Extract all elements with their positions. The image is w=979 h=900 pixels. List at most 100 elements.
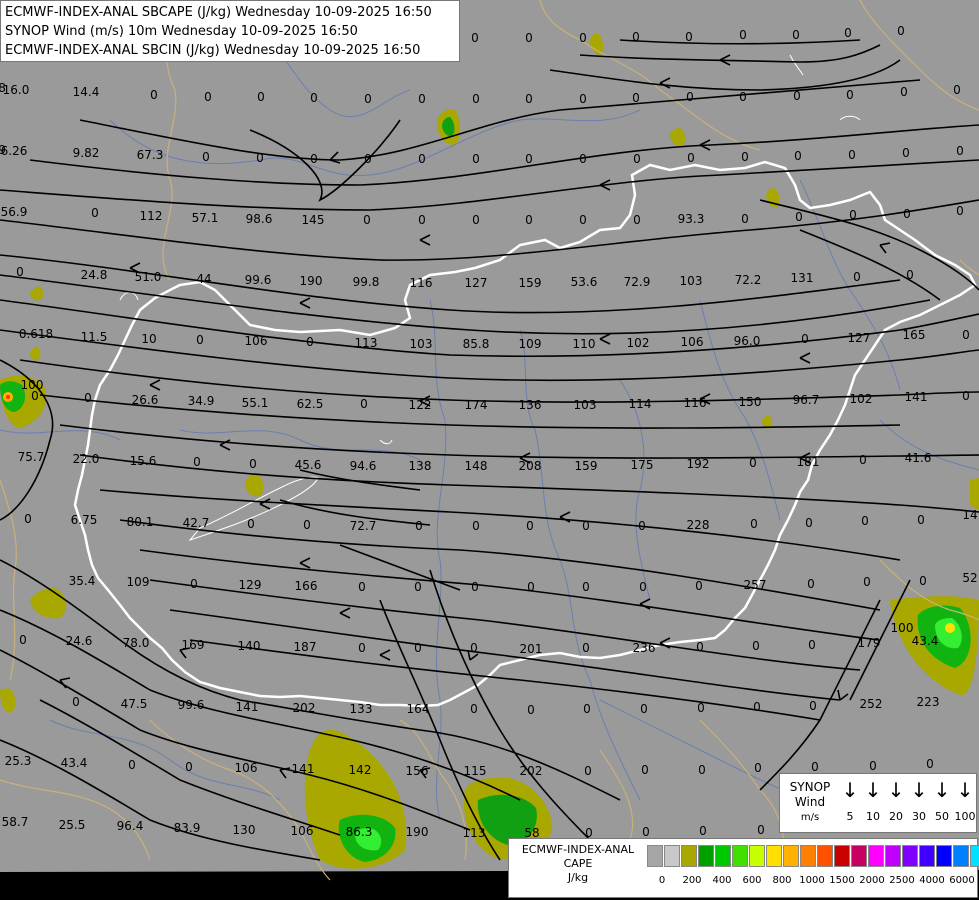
cin-value: 202	[520, 764, 543, 778]
synop-legend-label: SYNOP Wind m/s	[784, 780, 836, 825]
cin-value: 0	[633, 213, 641, 227]
cin-value: 34.9	[188, 394, 215, 408]
cin-value: 0	[72, 695, 80, 709]
synop-legend-subtitle: Wind	[794, 795, 826, 809]
cin-value: 0	[686, 90, 694, 104]
cin-value: 169	[182, 638, 205, 652]
cape-ticks: 0 200 400 600 800 1000 1500 2000 2500 4000 6000	[647, 875, 977, 891]
cin-value: 25.5	[59, 818, 86, 832]
cin-value: 129	[239, 578, 262, 592]
cin-value: 0	[584, 764, 592, 778]
cin-value: 0	[638, 519, 646, 533]
cin-value: 98.6	[246, 212, 273, 226]
cin-value: 96.7	[793, 393, 820, 407]
cin-value: 0	[418, 152, 426, 166]
wind-speed-label: 50	[935, 810, 949, 823]
cape-swatches	[647, 845, 979, 867]
cin-value: 42.7	[183, 516, 210, 530]
cin-value: 16.0	[3, 83, 30, 97]
title-box: ECMWF-INDEX-ANAL SBCAPE (J/kg) Wednesday…	[0, 0, 460, 62]
cin-value: 0	[853, 270, 861, 284]
cin-value: 0	[697, 701, 705, 715]
cin-value: 208	[519, 459, 542, 473]
cin-value: 0	[739, 28, 747, 42]
weather-map-viewer: 16.0 14.4 0 0 0 0 0 0 0 0 0 0 0 0 0 0 0 0 6.26 9.82 67.3 0 0 0 0…	[0, 0, 979, 900]
cin-value: 0	[525, 92, 533, 106]
cin-value: 0	[919, 574, 927, 588]
cape-swatch	[698, 845, 714, 867]
cin-value: 100	[891, 621, 914, 635]
cin-value: 236	[633, 641, 656, 655]
cin-value: 94.6	[350, 459, 377, 473]
cin-value: 174	[465, 398, 488, 412]
map-canvas[interactable]: 16.0 14.4 0 0 0 0 0 0 0 0 0 0 0 0 0 0 0 06.26 9.82 67.3 0 0 0 0…	[0, 0, 979, 900]
cin-value: 52	[962, 571, 977, 585]
cin-value: 26.6	[132, 393, 159, 407]
wind-speed-label: 20	[889, 810, 903, 823]
cin-value: 35.4	[69, 574, 96, 588]
cin-value: 0	[582, 641, 590, 655]
cin-value: 122	[409, 398, 432, 412]
cin-value: 0	[472, 92, 480, 106]
cin-value: 181	[797, 455, 820, 469]
cin-value: 0	[525, 152, 533, 166]
cin-value: 0	[642, 825, 650, 839]
cin-value: 83.9	[174, 821, 201, 835]
cape-swatch	[953, 845, 969, 867]
cin-value: 9	[0, 143, 6, 157]
cin-value: 0	[472, 213, 480, 227]
cin-value: 80.1	[127, 515, 154, 529]
cin-value: 0	[358, 641, 366, 655]
cin-value: 0	[91, 206, 99, 220]
cin-value: 0	[695, 579, 703, 593]
cin-value: 228	[687, 518, 710, 532]
cin-value: 0	[903, 207, 911, 221]
cin-value: 0	[685, 30, 693, 44]
cin-value: 141	[905, 390, 928, 404]
cin-value: 25.3	[5, 754, 32, 768]
cin-value: 252	[860, 697, 883, 711]
title-wind: SYNOP Wind (m/s) 10m Wednesday 10-09-202…	[5, 24, 358, 39]
wind-arrow-icon: ↓	[956, 778, 974, 802]
cin-value: 0	[953, 83, 961, 97]
cape-tick-label: 2500	[889, 875, 915, 886]
cin-value: 0	[470, 641, 478, 655]
cin-value: 0	[310, 91, 318, 105]
cin-value: 0	[906, 268, 914, 282]
cin-value: 67.3	[137, 148, 164, 162]
cape-swatch	[817, 845, 833, 867]
cin-value: 14.4	[73, 85, 100, 99]
cin-value: 0	[525, 31, 533, 45]
cin-value: 0	[579, 31, 587, 45]
cin-value: 159	[575, 459, 598, 473]
cin-value: 45.6	[295, 458, 322, 472]
synop-speed-scale: ↓ 5 ↓ 10 ↓ 20 ↓ 30 ↓ 50 ↓ 100	[838, 774, 976, 832]
cin-value: 0	[962, 328, 970, 342]
cin-value: 0	[926, 757, 934, 771]
cape-swatch	[936, 845, 952, 867]
cin-value: 0	[472, 519, 480, 533]
cin-value: 175	[631, 458, 654, 472]
cin-value: 0	[249, 457, 257, 471]
cin-value: 0	[579, 213, 587, 227]
cin-value: 0	[753, 700, 761, 714]
cin-value: 201	[520, 642, 543, 656]
cin-value: 138	[409, 459, 432, 473]
cin-value: 0	[632, 30, 640, 44]
cin-value: 113	[463, 826, 486, 840]
cape-tick-label: 200	[682, 875, 702, 886]
cin-value: 0	[526, 519, 534, 533]
cin-value: 165	[903, 328, 926, 342]
cin-value: 150	[739, 395, 762, 409]
cin-value: 190	[406, 825, 429, 839]
cin-value: 56.9	[1, 205, 28, 219]
cape-swatch	[647, 845, 663, 867]
cin-value: 133	[350, 702, 373, 716]
cin-value: 0	[849, 208, 857, 222]
cin-value: 0	[859, 453, 867, 467]
cin-value: 0	[805, 516, 813, 530]
wind-arrow-icon: ↓	[864, 778, 882, 802]
cin-value: 0	[739, 90, 747, 104]
cin-value: 0	[902, 146, 910, 160]
cin-value: 202	[293, 701, 316, 715]
